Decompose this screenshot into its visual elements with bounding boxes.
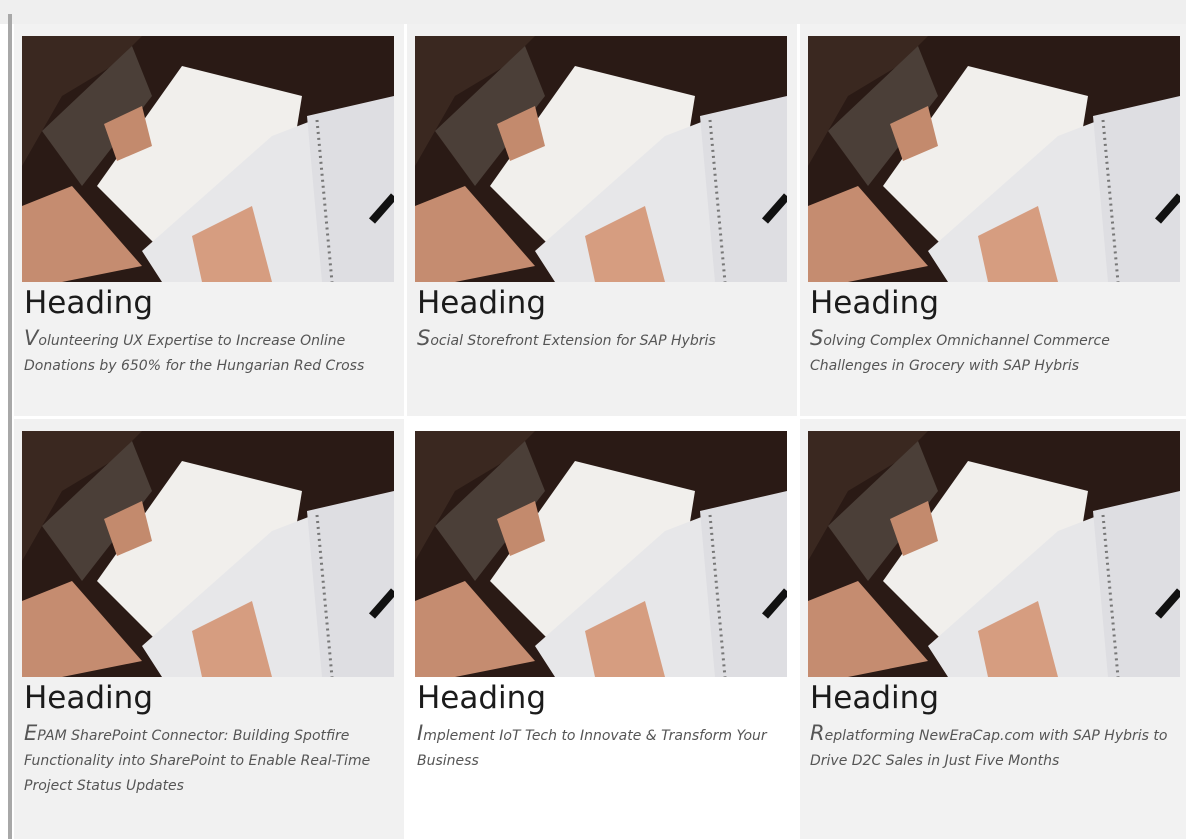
card[interactable]: Heading Solving Complex Omnichannel Comm… [800,24,1186,416]
card-heading: Heading [417,285,546,321]
card[interactable]: Heading Volunteering UX Expertise to Inc… [14,24,404,416]
card[interactable]: Heading Social Storefront Extension for … [407,24,797,416]
card-image[interactable] [808,431,1180,677]
card-grid: Heading Volunteering UX Expertise to Inc… [14,24,1186,839]
card-heading: Heading [24,285,153,321]
card[interactable]: Heading Implement IoT Tech to Innovate &… [407,419,797,839]
card-description[interactable]: Volunteering UX Expertise to Increase On… [24,326,396,379]
card-description[interactable]: Implement IoT Tech to Innovate & Transfo… [417,721,789,774]
open-book-photo [808,431,1180,677]
card-image[interactable] [22,36,394,282]
card-heading: Heading [810,680,939,716]
open-book-photo [22,36,394,282]
open-book-photo [415,36,787,282]
card-description[interactable]: Social Storefront Extension for SAP Hybr… [417,326,789,354]
card-description[interactable]: Replatforming NewEraCap.com with SAP Hyb… [810,721,1182,774]
card-image[interactable] [22,431,394,677]
card[interactable]: Heading Replatforming NewEraCap.com with… [800,419,1186,839]
top-bar [0,0,1186,24]
card-heading: Heading [810,285,939,321]
open-book-photo [415,431,787,677]
card-image[interactable] [415,431,787,677]
card-heading: Heading [417,680,546,716]
card-heading: Heading [24,680,153,716]
card-image[interactable] [415,36,787,282]
card-image[interactable] [808,36,1180,282]
open-book-photo [22,431,394,677]
card-description[interactable]: EPAM SharePoint Connector: Building Spot… [24,721,396,799]
open-book-photo [808,36,1180,282]
left-divider [8,14,12,839]
card-description[interactable]: Solving Complex Omnichannel Commerce Cha… [810,326,1182,379]
card[interactable]: Heading EPAM SharePoint Connector: Build… [14,419,404,839]
